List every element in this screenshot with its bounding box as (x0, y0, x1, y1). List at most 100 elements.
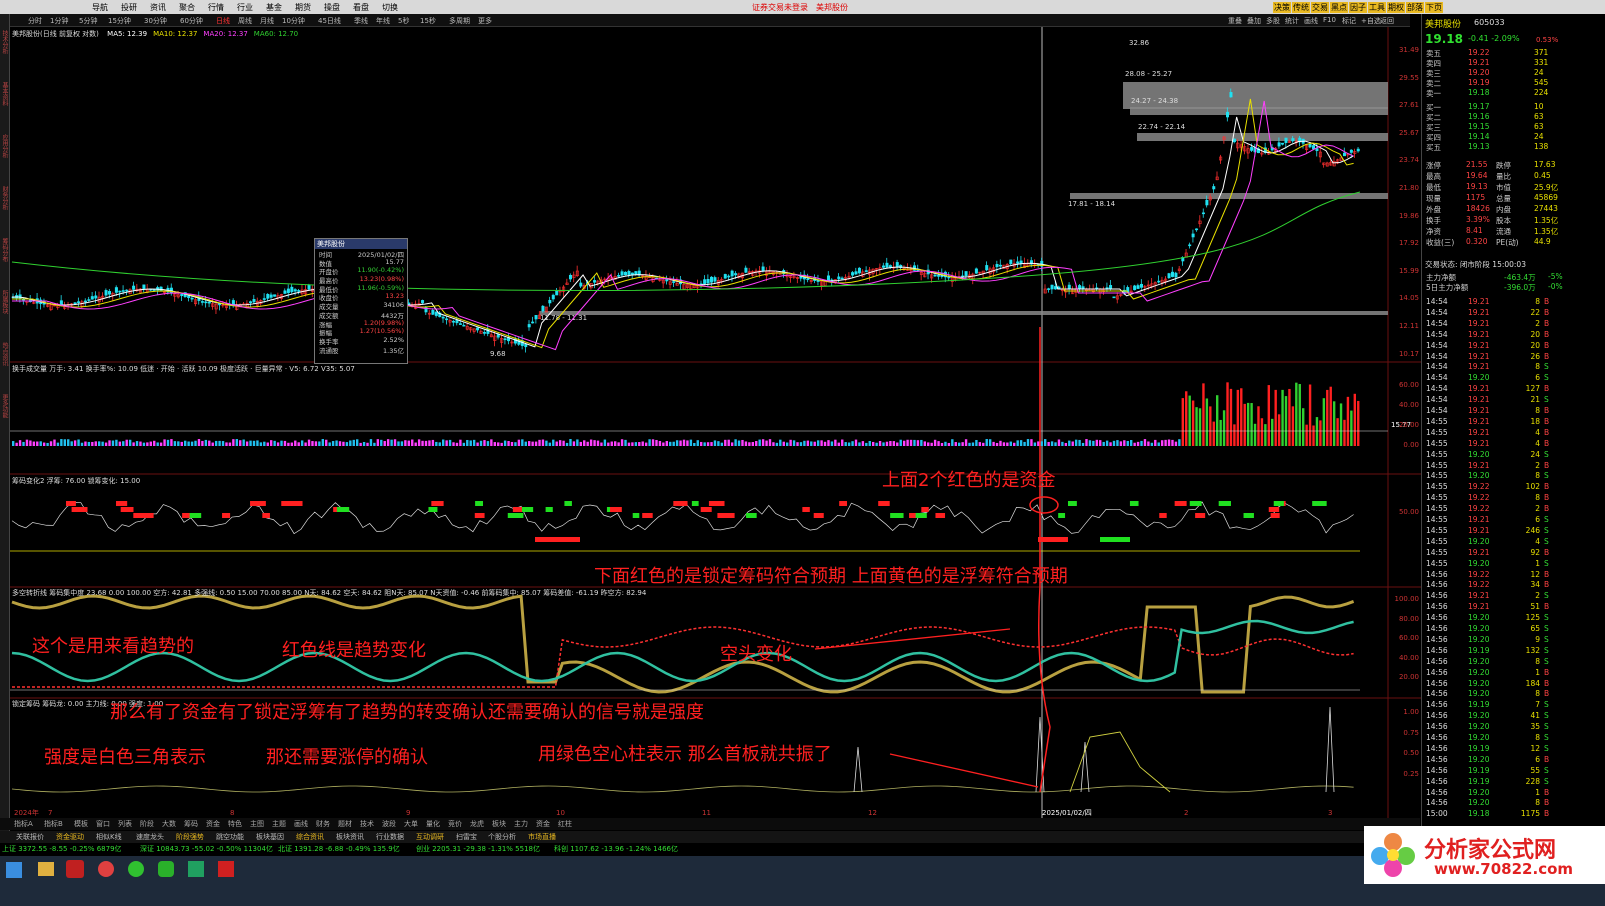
indicator-tab[interactable]: 板块 (492, 819, 506, 829)
period-tab[interactable]: 10分钟 (282, 16, 305, 26)
period-tab[interactable]: 季线 (354, 16, 368, 26)
period-tab[interactable]: 日线 (216, 16, 230, 26)
menu-item[interactable]: 资讯 (150, 2, 166, 13)
browser-icon[interactable] (128, 861, 144, 877)
indicator-tab[interactable]: 技术 (360, 819, 374, 829)
menu-right-item[interactable]: 交易 (1311, 2, 1329, 13)
period-tab[interactable]: 5分钟 (79, 16, 97, 26)
indicator-tab[interactable]: 主力 (514, 819, 528, 829)
wechat-icon[interactable] (158, 861, 174, 877)
indicator-tab[interactable]: 资金 (536, 819, 550, 829)
menu-right-item[interactable]: 期权 (1387, 2, 1405, 13)
period-tab[interactable]: 1分钟 (50, 16, 68, 26)
period-tab[interactable]: 更多 (478, 16, 492, 26)
indicator-tab[interactable]: 大数 (162, 819, 176, 829)
function-tab[interactable]: 个股分析 (488, 832, 516, 842)
toolbar-right-item[interactable]: 统计 (1285, 16, 1299, 26)
period-tab[interactable]: 30分钟 (144, 16, 167, 26)
wps-icon[interactable] (218, 861, 234, 877)
toolbar-right-item[interactable]: 叠加 (1247, 16, 1261, 26)
function-tab[interactable]: 阶段强势 (176, 832, 204, 842)
toolbar-right-item[interactable]: 多股 (1266, 16, 1280, 26)
menu-right-item[interactable]: 部落 (1406, 2, 1424, 13)
function-tab[interactable]: 相似K线 (96, 832, 122, 842)
left-strip-tab[interactable]: 热点资讯 (1, 342, 9, 366)
period-tab[interactable]: 月线 (260, 16, 274, 26)
indicator-tab[interactable]: 阶段 (140, 819, 154, 829)
toolbar-right-item[interactable]: 画线 (1304, 16, 1318, 26)
indicator-tab[interactable]: 龙虎 (470, 819, 484, 829)
app2-icon[interactable] (188, 861, 204, 877)
left-strip-tab[interactable]: 所属板块 (1, 290, 9, 314)
indicator-tab[interactable]: 特色 (228, 819, 242, 829)
period-tab[interactable]: 5秒 (398, 16, 409, 26)
function-tab[interactable]: 资金驱动 (56, 832, 84, 842)
indicator-tab[interactable]: 窗口 (96, 819, 110, 829)
indicator-tab[interactable]: 画线 (294, 819, 308, 829)
toolbar-right-item[interactable]: +自选 (1361, 16, 1381, 26)
menu-item[interactable]: 投研 (121, 2, 137, 13)
menu-right-item[interactable]: 传统 (1292, 2, 1310, 13)
menu-right-item[interactable]: 黑点 (1330, 2, 1348, 13)
toolbar-right-item[interactable]: 标记 (1342, 16, 1356, 26)
function-tab[interactable]: 互动调研 (416, 832, 444, 842)
menu-item[interactable]: 行业 (237, 2, 253, 13)
indicator-tab[interactable]: 模板 (74, 819, 88, 829)
indicator-tab[interactable]: 主图 (250, 819, 264, 829)
menu-item[interactable]: 期货 (295, 2, 311, 13)
function-tab[interactable]: 速度龙头 (136, 832, 164, 842)
menu-item[interactable]: 基金 (266, 2, 282, 13)
menu-item[interactable]: 聚合 (179, 2, 195, 13)
left-strip-tab[interactable]: 技术分析 (1, 30, 9, 54)
menu-right-item[interactable]: 下页 (1425, 2, 1443, 13)
period-tab[interactable]: 分时 (28, 16, 42, 26)
left-strip-tab[interactable]: 应用分析 (1, 134, 9, 158)
function-tab[interactable]: 关联报价 (16, 832, 44, 842)
toolbar-right-item[interactable]: F10 (1323, 16, 1336, 24)
period-tab[interactable]: 周线 (238, 16, 252, 26)
indicator-tab[interactable]: 竞价 (448, 819, 462, 829)
indicator-tab[interactable]: 指标B (44, 819, 63, 829)
left-strip-tab[interactable]: 基本资料 (1, 82, 9, 106)
toolbar-right-item[interactable]: 重叠 (1228, 16, 1242, 26)
period-tab[interactable]: 多周期 (449, 16, 470, 26)
function-tab[interactable]: 板块资讯 (336, 832, 364, 842)
menu-item[interactable]: 操盘 (324, 2, 340, 13)
function-tab[interactable]: 市场直播 (528, 832, 556, 842)
function-tab[interactable]: 综合资讯 (296, 832, 324, 842)
indicator-tab[interactable]: 大单 (404, 819, 418, 829)
indicator-tab[interactable]: 主题 (272, 819, 286, 829)
menu-item[interactable]: 导航 (92, 2, 108, 13)
menu-item[interactable]: 看盘 (353, 2, 369, 13)
indicator-tab[interactable]: 题材 (338, 819, 352, 829)
period-tab[interactable]: 15秒 (420, 16, 436, 26)
left-strip-tab[interactable]: 财务分析 (1, 186, 9, 210)
folder-icon[interactable] (38, 862, 54, 876)
period-tab[interactable]: 15分钟 (108, 16, 131, 26)
indicator-tab[interactable]: 量化 (426, 819, 440, 829)
menu-right-item[interactable]: 因子 (1349, 2, 1367, 13)
function-tab[interactable]: 板块基因 (256, 832, 284, 842)
indicator-tab[interactable]: 资金 (206, 819, 220, 829)
toolbar-right-item[interactable]: 返回 (1380, 16, 1394, 26)
period-tab[interactable]: 45日线 (318, 16, 341, 26)
indicator-tab[interactable]: 红柱 (558, 819, 572, 829)
indicator-tab[interactable]: 列表 (118, 819, 132, 829)
start-icon[interactable] (6, 862, 22, 878)
period-tab[interactable]: 年线 (376, 16, 390, 26)
function-tab[interactable]: 跳空功能 (216, 832, 244, 842)
left-strip-tab[interactable]: 更多功能 (1, 394, 9, 418)
menu-item[interactable]: 行情 (208, 2, 224, 13)
function-tab[interactable]: 行业数据 (376, 832, 404, 842)
function-tab[interactable]: 扫雷宝 (456, 832, 477, 842)
trading-app-icon[interactable] (66, 860, 84, 878)
menu-right-item[interactable]: 工具 (1368, 2, 1386, 13)
menu-item[interactable]: 切换 (382, 2, 398, 13)
indicator-tab[interactable]: 筹码 (184, 819, 198, 829)
left-strip-tab[interactable]: 筹码分布 (1, 238, 9, 262)
indicator-tab[interactable]: 波段 (382, 819, 396, 829)
menu-right-item[interactable]: 决策 (1273, 2, 1291, 13)
indicator-tab[interactable]: 财务 (316, 819, 330, 829)
app-icon[interactable] (98, 861, 114, 877)
period-tab[interactable]: 60分钟 (180, 16, 203, 26)
